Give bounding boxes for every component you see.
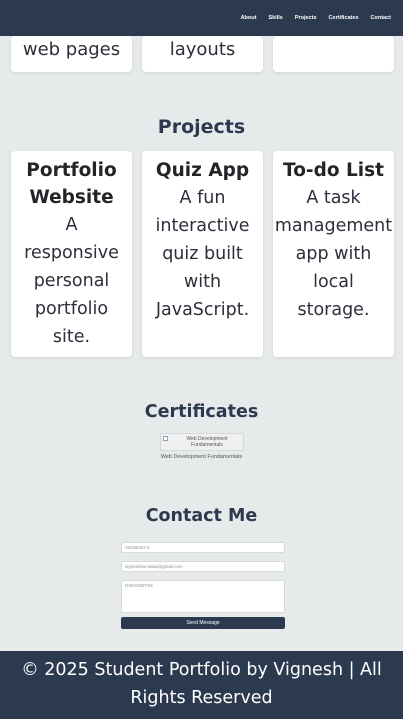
skill-card-text bbox=[273, 36, 394, 41]
project-card-portfolio: Portfolio Website A responsive personal … bbox=[11, 151, 132, 357]
project-title: Website bbox=[29, 187, 114, 208]
project-description: local bbox=[313, 272, 354, 292]
skill-card: layouts bbox=[142, 36, 263, 72]
project-description: JavaScript. bbox=[155, 300, 250, 320]
project-description: personal bbox=[33, 271, 110, 291]
skill-card: web pages bbox=[11, 36, 132, 72]
nav-link-about[interactable]: About bbox=[241, 15, 257, 21]
broken-image-icon bbox=[163, 436, 168, 441]
project-description: with bbox=[183, 272, 222, 292]
nav-link-certificates[interactable]: Certificates bbox=[329, 15, 359, 21]
top-nav-bar: About Skills Projects Certificates Conta… bbox=[0, 0, 403, 36]
project-description: quiz built bbox=[162, 244, 243, 264]
name-input[interactable]: VIGNESH D bbox=[121, 542, 285, 553]
nav-links: About Skills Projects Certificates Conta… bbox=[241, 0, 391, 36]
project-description: A fun bbox=[179, 188, 226, 208]
certificate-image: Web Development Fundamentals bbox=[160, 433, 244, 451]
contact-heading: Contact Me bbox=[145, 506, 258, 526]
projects-heading: Projects bbox=[157, 116, 246, 138]
skill-card-text: web pages bbox=[22, 39, 121, 60]
footer: © 2025 Student Portfolio by Vignesh | Al… bbox=[0, 651, 403, 719]
project-description: app with bbox=[295, 244, 372, 264]
project-card-todo: To-do List A task management app with lo… bbox=[273, 151, 394, 357]
nav-link-projects[interactable]: Projects bbox=[295, 15, 317, 21]
project-title: Portfolio bbox=[26, 160, 117, 181]
email-input[interactable]: vigneshkurvalaa@gmail.com bbox=[121, 561, 285, 572]
message-textarea[interactable]: DSKGGBTSS bbox=[121, 580, 285, 613]
project-description: responsive bbox=[24, 243, 119, 263]
project-title: To-do List bbox=[283, 160, 384, 181]
nav-link-skills[interactable]: Skills bbox=[268, 15, 282, 21]
skill-card-text: layouts bbox=[169, 39, 236, 60]
project-description: A task bbox=[306, 188, 361, 208]
skill-card bbox=[273, 36, 394, 72]
project-description: management bbox=[274, 216, 393, 236]
project-description: portfolio bbox=[34, 299, 109, 319]
footer-text-line: © 2025 Student Portfolio by Vignesh | Al… bbox=[21, 660, 382, 680]
project-description: site. bbox=[52, 327, 91, 347]
project-card-quiz: Quiz App A fun interactive quiz built wi… bbox=[142, 151, 263, 357]
send-message-button[interactable]: Send Message bbox=[121, 617, 285, 629]
project-description: interactive bbox=[155, 216, 250, 236]
nav-link-contact[interactable]: Contact bbox=[371, 15, 391, 21]
certificate-image-alt: Web Development Fundamentals bbox=[186, 436, 228, 448]
project-title: Quiz App bbox=[155, 160, 250, 181]
footer-text-line: Rights Reserved bbox=[130, 688, 273, 708]
certificates-heading: Certificates bbox=[144, 402, 259, 422]
project-description: storage. bbox=[297, 300, 370, 320]
certificate-caption: Web Development Fundamentals bbox=[160, 454, 243, 460]
project-description: A bbox=[65, 215, 78, 235]
